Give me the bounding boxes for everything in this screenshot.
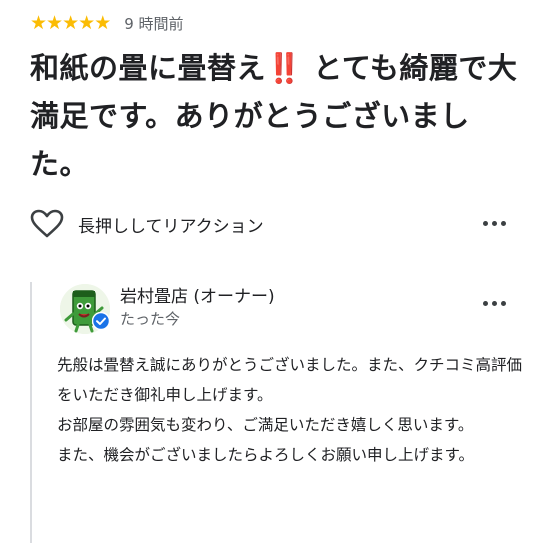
star-icon: ★ <box>78 11 95 34</box>
review-text-part1: 和紙の畳に畳替え <box>30 51 267 85</box>
star-icon: ★ <box>62 11 79 34</box>
more-options-icon[interactable] <box>483 221 506 226</box>
owner-more-options-icon[interactable] <box>483 301 506 306</box>
dot <box>483 301 488 306</box>
owner-reply-time: たった今 <box>120 310 181 328</box>
verified-badge-icon <box>92 312 110 330</box>
dot <box>483 221 488 226</box>
owner-reply: 岩村畳店 (オーナー) たった今 先般は畳替え誠にありがとうございました。また、… <box>30 282 532 543</box>
star-icon: ★ <box>46 11 63 34</box>
star-icon: ★ <box>94 11 111 34</box>
dot <box>501 221 506 226</box>
double-exclamation-icon: ‼️ <box>266 51 303 85</box>
dot <box>501 301 506 306</box>
review-text: 和紙の畳に畳替え‼️ とても綺麗で大満足です。ありがとうございました。 <box>30 44 518 188</box>
star-icon: ★ <box>30 11 47 34</box>
dot <box>492 301 497 306</box>
reaction-label: 長押ししてリアクション <box>78 216 264 237</box>
owner-reply-text: 先般は畳替え誠にありがとうございました。また、クチコミ高評価をいただき御礼申し上… <box>57 356 523 464</box>
owner-name: 岩村畳店 (オーナー) <box>120 287 275 307</box>
review-time: 9 時間前 <box>124 14 184 33</box>
rating-row: ★ ★ ★ ★ ★ 9 時間前 <box>30 10 184 36</box>
reaction-row[interactable]: 長押ししてリアクション <box>30 205 510 243</box>
dot <box>492 221 497 226</box>
heart-icon[interactable] <box>30 209 64 239</box>
star-rating: ★ ★ ★ ★ ★ <box>30 11 111 34</box>
